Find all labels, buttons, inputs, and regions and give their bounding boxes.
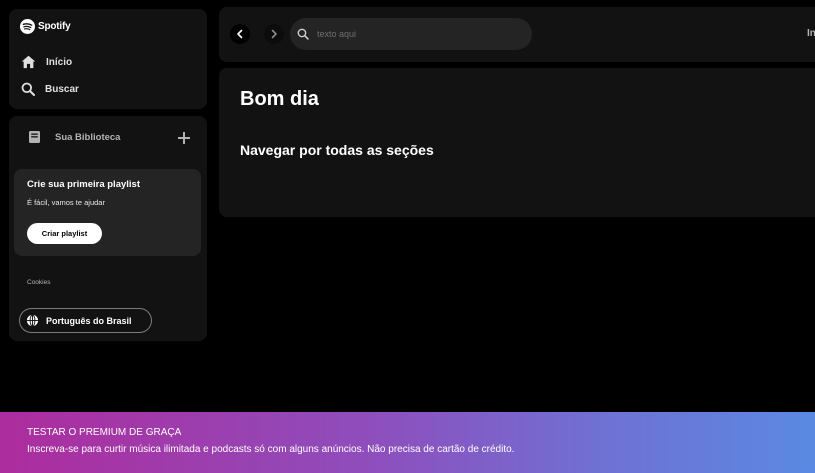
nav-item-home[interactable]: Início [21,55,72,69]
banner-subtitle: Inscreva-se para curtir música ilimitada… [27,444,515,455]
main-content: Bom dia Navegar por todas as seções [219,68,815,217]
nav-item-search[interactable]: Buscar [21,82,79,96]
forward-button[interactable] [264,24,284,44]
home-icon [21,55,36,69]
create-playlist-card: Crie sua primeira playlist É fácil, vamo… [14,169,201,256]
page-title: Bom dia [240,88,319,110]
library-panel: Sua Biblioteca Crie sua primeira playlis… [9,116,207,341]
nav-item-search-label: Buscar [45,83,79,95]
top-bar: In [219,7,815,62]
spotify-logo[interactable]: Spotify [20,19,71,34]
search-box[interactable] [290,18,532,50]
create-playlist-button[interactable]: Criar playlist [27,223,102,244]
logo-wordmark: Spotify [38,21,71,32]
banner-title: TESTAR O PREMIUM DE GRAÇA [27,427,182,438]
nav-item-home-label: Início [46,56,73,68]
library-header[interactable]: Sua Biblioteca [28,130,120,144]
language-label: Português do Brasil [46,315,132,326]
plus-icon[interactable] [177,131,191,145]
premium-banner[interactable]: TESTAR O PREMIUM DE GRAÇA Inscreva-se pa… [0,412,815,473]
card-subtitle: É fácil, vamos te ajudar [27,198,105,207]
globe-icon [26,314,39,327]
section-title: Navegar por todas as seções [240,142,434,158]
language-button[interactable]: Português do Brasil [19,308,152,333]
spotify-logo-icon [20,19,35,34]
search-input[interactable] [317,29,517,39]
chevron-right-icon [271,29,277,39]
search-icon [297,28,309,40]
search-icon [21,82,35,96]
chevron-left-icon [237,29,243,39]
back-button[interactable] [230,24,250,44]
cookies-link[interactable]: Cookies [27,279,50,286]
card-title: Crie sua primeira playlist [27,179,140,190]
library-title: Sua Biblioteca [55,131,121,143]
truncated-topbar-link[interactable]: In [807,28,815,39]
library-icon [29,131,40,143]
nav-panel: Spotify Início Buscar [9,9,207,109]
